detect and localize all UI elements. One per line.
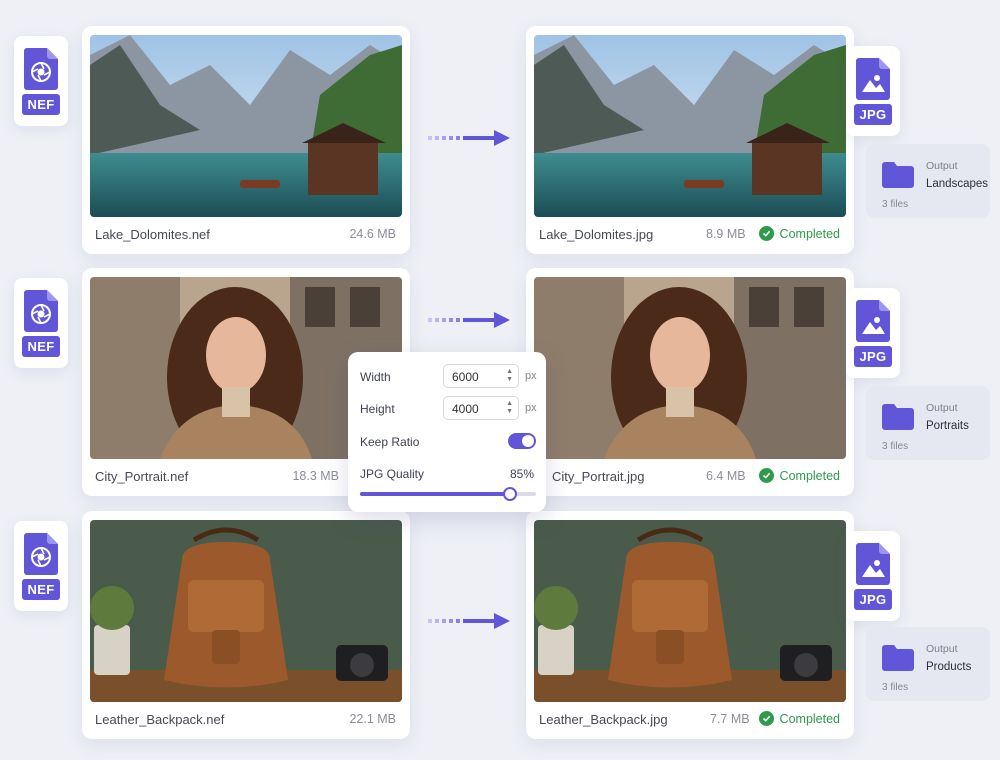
- output-file-size: 7.7 MB: [710, 712, 750, 726]
- width-unit: px: [525, 370, 537, 382]
- landscape-thumbnail: [534, 35, 846, 217]
- source-format-tag: NEF: [21, 578, 61, 600]
- landscape-thumbnail: [90, 35, 402, 217]
- source-format-badge: NEF: [14, 521, 68, 611]
- aperture-file-icon: [24, 47, 58, 90]
- output-folder[interactable]: Output Landscapes 3 files: [866, 144, 990, 218]
- folder-name: Products: [926, 661, 972, 673]
- source-file-card[interactable]: Lake_Dolomites.nef 24.6 MB: [82, 26, 410, 254]
- output-file-card[interactable]: Leather_Backpack.jpg 7.7 MB Completed: [526, 511, 854, 739]
- slider-handle[interactable]: [502, 487, 517, 501]
- source-file-size: 24.6 MB: [349, 227, 396, 241]
- output-format-tag: JPG: [853, 588, 893, 610]
- slider-fill: [360, 492, 510, 496]
- output-format-badge: JPG: [846, 288, 900, 378]
- status-badge: Completed: [758, 711, 840, 726]
- status-text: Completed: [779, 226, 840, 241]
- output-format-tag: JPG: [853, 103, 893, 125]
- keep-ratio-label: Keep Ratio: [360, 435, 420, 449]
- status-badge: Completed: [758, 226, 840, 241]
- source-file-size: 22.1 MB: [349, 712, 396, 726]
- source-format-tag: NEF: [21, 335, 61, 357]
- status-text: Completed: [779, 468, 840, 483]
- source-file-size: 18.3 MB: [292, 469, 339, 483]
- image-file-icon: [856, 542, 890, 585]
- check-circle-icon: [758, 226, 774, 241]
- status-text: Completed: [779, 711, 840, 726]
- aperture-file-icon: [24, 289, 58, 332]
- aperture-file-icon: [24, 532, 58, 575]
- keep-ratio-toggle[interactable]: [508, 433, 536, 449]
- dashed-arrow-right-icon: [428, 613, 510, 629]
- stepper-arrows-icon[interactable]: ▲ ▼: [506, 400, 513, 416]
- output-format-tag: JPG: [853, 345, 893, 367]
- height-unit: px: [525, 402, 537, 414]
- folder-label: Output: [926, 402, 958, 414]
- width-label: Width: [360, 370, 391, 384]
- source-file-name: Lake_Dolomites.nef: [95, 227, 210, 242]
- output-format-badge: JPG: [846, 46, 900, 136]
- toggle-knob: [522, 435, 534, 447]
- output-file-name: Leather_Backpack.jpg: [539, 712, 668, 727]
- folder-file-count: 3 files: [882, 199, 909, 210]
- jpg-quality-value: 85%: [509, 467, 534, 481]
- height-value: 4000: [452, 402, 479, 416]
- output-file-size: 6.4 MB: [706, 469, 746, 483]
- portrait-thumbnail: [534, 277, 846, 459]
- output-folder[interactable]: Output Products 3 files: [866, 627, 990, 701]
- folder-icon: [882, 404, 914, 430]
- check-circle-icon: [758, 711, 774, 726]
- check-circle-icon: [758, 468, 774, 483]
- source-format-badge: NEF: [14, 36, 68, 126]
- source-file-name: City_Portrait.nef: [95, 469, 189, 484]
- width-value: 6000: [452, 370, 479, 384]
- source-file-card[interactable]: Leather_Backpack.nef 22.1 MB: [82, 511, 410, 739]
- image-file-icon: [856, 57, 890, 100]
- output-file-name: Lake_Dolomites.jpg: [539, 227, 654, 242]
- output-file-card[interactable]: City_Portrait.jpg 6.4 MB Completed: [526, 268, 854, 496]
- folder-label: Output: [926, 643, 958, 655]
- output-folder[interactable]: Output Portraits 3 files: [866, 386, 990, 460]
- jpg-quality-label: JPG Quality: [360, 467, 425, 481]
- height-label: Height: [360, 402, 395, 416]
- output-format-badge: JPG: [846, 531, 900, 621]
- output-file-size: 8.9 MB: [706, 227, 746, 241]
- conversion-row-3: NEF Leather_Backpack.nef 22.1 MB Leather…: [0, 511, 1000, 741]
- height-stepper[interactable]: 4000 ▲ ▼: [443, 396, 519, 420]
- output-file-card[interactable]: Lake_Dolomites.jpg 8.9 MB Completed: [526, 26, 854, 254]
- folder-name: Portraits: [926, 420, 969, 432]
- jpg-quality-slider[interactable]: [360, 487, 536, 501]
- folder-file-count: 3 files: [882, 682, 909, 693]
- width-stepper[interactable]: 6000 ▲ ▼: [443, 364, 519, 388]
- source-format-tag: NEF: [21, 93, 61, 115]
- source-format-badge: NEF: [14, 278, 68, 368]
- stepper-arrows-icon[interactable]: ▲ ▼: [506, 368, 513, 384]
- backpack-thumbnail: [90, 520, 402, 702]
- folder-label: Output: [926, 160, 958, 172]
- folder-icon: [882, 162, 914, 188]
- folder-name: Landscapes: [926, 178, 989, 190]
- output-file-name: City_Portrait.jpg: [552, 469, 645, 484]
- status-badge: Completed: [758, 468, 840, 483]
- folder-file-count: 3 files: [882, 441, 909, 452]
- backpack-thumbnail: [534, 520, 846, 702]
- image-file-icon: [856, 299, 890, 342]
- conversion-settings-popover: Width 6000 ▲ ▼ px Height 4000 ▲ ▼ px Keep …: [348, 352, 546, 512]
- folder-icon: [882, 645, 914, 671]
- source-file-name: Leather_Backpack.nef: [95, 712, 225, 727]
- conversion-row-1: NEF Lake_Dolomites.nef 24.6 MB Lake_Dolo…: [0, 26, 1000, 256]
- dashed-arrow-right-icon: [428, 312, 510, 328]
- dashed-arrow-right-icon: [428, 130, 510, 146]
